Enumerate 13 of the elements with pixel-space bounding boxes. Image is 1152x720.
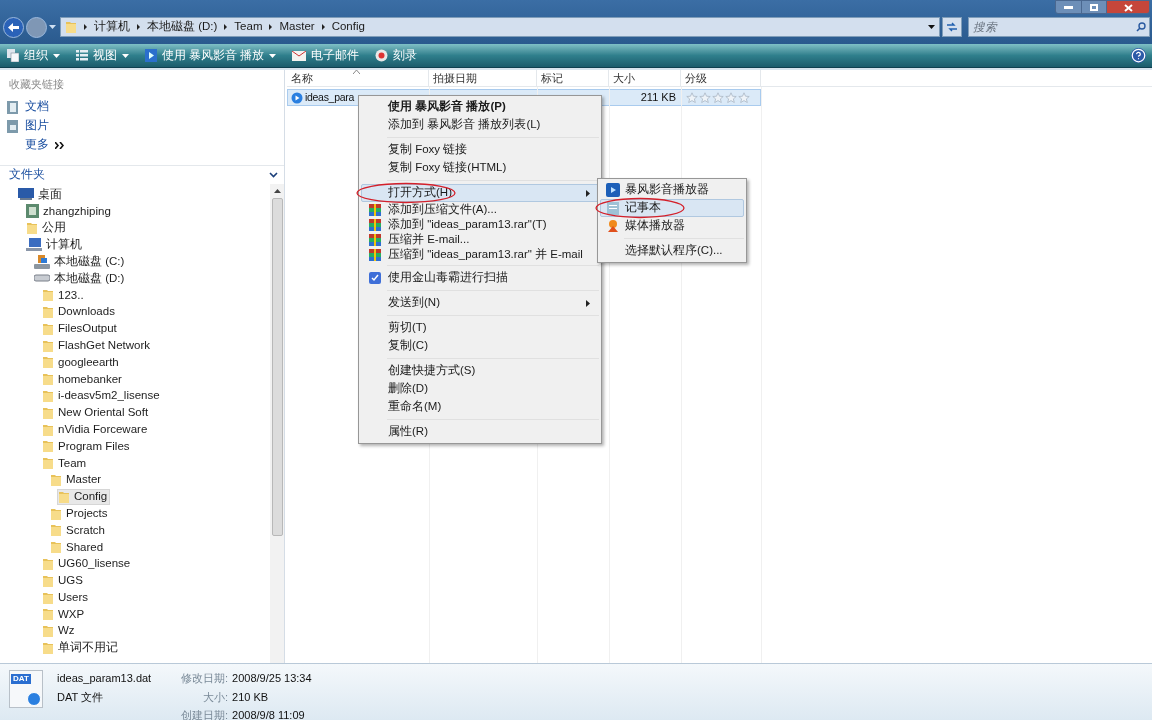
field-value: 2008/9/8 11:09 — [232, 708, 306, 720]
file-name: ideas_para — [305, 89, 354, 105]
field-value: 2008/9/25 13:34 — [232, 671, 312, 686]
field-label: 创建日期: — [181, 708, 229, 720]
file-name: ideas_param13.dat — [57, 671, 153, 686]
field-value: 210 KB — [232, 689, 270, 705]
section-heading: 文件夹 — [9, 167, 45, 183]
field-label: 修改日期: — [181, 671, 229, 686]
file-type-icon: DAT — [9, 670, 43, 708]
file-type: DAT 文件 — [57, 689, 105, 705]
file-size: 211 KB — [640, 90, 676, 106]
section-heading: 收藏夹链接 — [9, 77, 65, 92]
field-label: 大小: — [202, 689, 229, 705]
